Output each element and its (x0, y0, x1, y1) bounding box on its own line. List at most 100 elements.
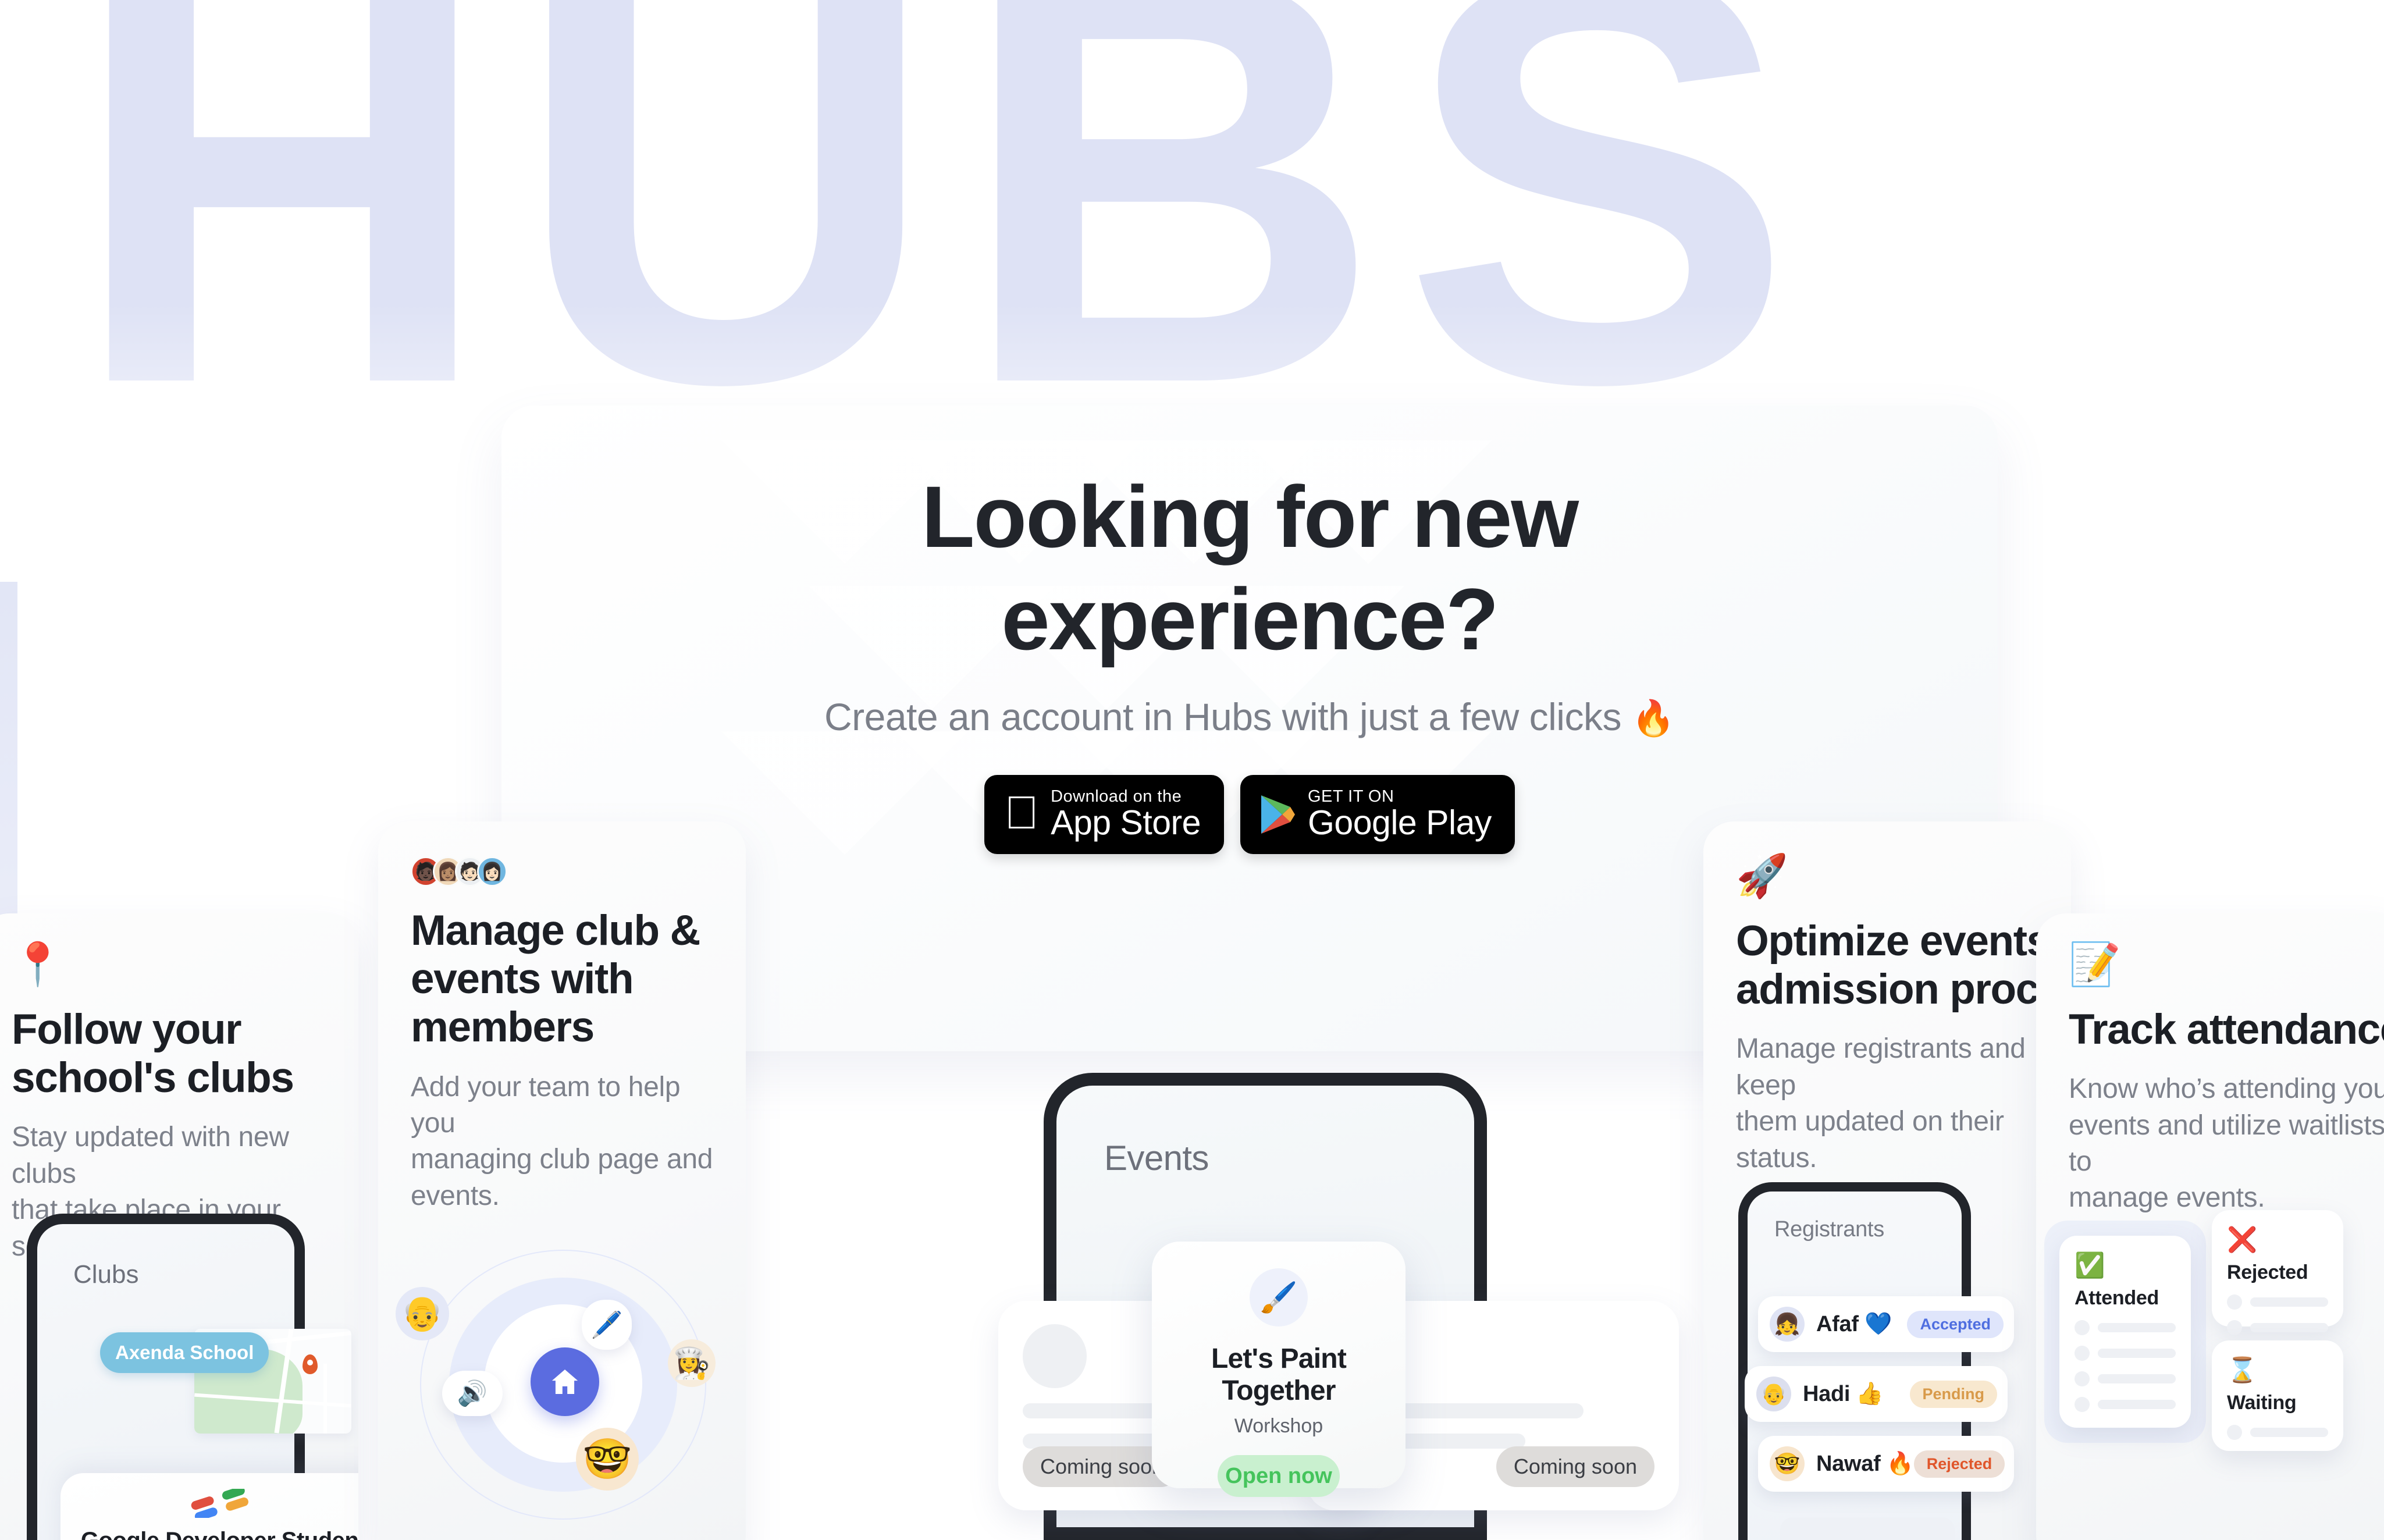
map-road (323, 1364, 327, 1434)
skeleton-bar (2250, 1428, 2328, 1437)
attendance-visual: ✅ Attended ❌ Rejected ⌛ Waiting (2044, 1210, 2384, 1536)
hero-title-line-1: Looking for new (921, 468, 1579, 566)
manage-card-text: 🧑🏿 👩🏽 🧑🏻 👩🏻 Manage club & events with me… (378, 821, 746, 1214)
skeleton-dot (2227, 1294, 2242, 1310)
attendance-card-rejected: ❌ Rejected (2212, 1210, 2343, 1335)
google-play-big-label: Google Play (1298, 803, 1492, 842)
app-store-big-label: App Store (1025, 803, 1201, 842)
skeleton-line (2075, 1371, 2176, 1386)
registrants-phone-mockup: Registrants 👧 Afaf 💙 Accepted 👴 Hadi 👍 P… (1738, 1182, 2014, 1540)
skeleton-dot (2075, 1320, 2090, 1335)
speaker-icon[interactable]: 🔊 (442, 1371, 503, 1416)
registrant-avatar: 🤓 (1770, 1446, 1805, 1481)
attendance-card-label: Rejected (2227, 1261, 2308, 1283)
registrant-avatar: 👴 (1756, 1377, 1791, 1411)
registrant-name: Hadi 👍 (1803, 1382, 1884, 1406)
featured-event-title: Let's Paint Together (1211, 1343, 1347, 1406)
optimize-card-text: 🚀 Optimize events’ admission process Man… (1703, 821, 2071, 1176)
skeleton-dot (2227, 1425, 2242, 1440)
home-icon[interactable] (531, 1347, 599, 1416)
store-badges-row:  Download on the App Store (501, 775, 1998, 855)
status-badge: Accepted (1907, 1310, 2004, 1338)
registrant-row[interactable]: 👧 Afaf 💙 Accepted (1758, 1296, 2014, 1352)
school-chip[interactable]: Axenda School (100, 1332, 269, 1373)
skeleton-line (2075, 1397, 2176, 1412)
skeleton-bar (2250, 1297, 2328, 1307)
orbit-member-avatar: 🤓 (576, 1428, 639, 1491)
app-store-small-label: Download on the (1025, 787, 1182, 806)
registrant-avatar: 👧 (1770, 1307, 1805, 1342)
location-pin-icon: 📍 (12, 941, 64, 988)
gdsc-logo-icon (61, 1489, 358, 1518)
check-mark-icon: ✅ (2075, 1251, 2105, 1279)
fire-icon: 🔥 (1631, 699, 1675, 738)
app-store-button[interactable]:  Download on the App Store (984, 775, 1224, 855)
clubs-screen-title: Clubs (73, 1260, 139, 1289)
track-card-description: Know who’s attending your events and uti… (2069, 1073, 2384, 1214)
google-play-small-label: GET IT ON (1298, 787, 1394, 806)
orbit-illustration: 🖊️ 🔊 👴 👩‍🍳 🤓 (384, 1236, 740, 1540)
avatar: 👩🏻 (477, 856, 507, 887)
orbit-member-avatar: 👴 (396, 1287, 449, 1340)
orbit-member-avatar: 👩‍🍳 (668, 1339, 716, 1387)
skeleton-circle (1023, 1324, 1087, 1388)
hero-title-line-2: experience? (1001, 570, 1499, 668)
featured-event-card[interactable]: 🖌️ Let's Paint Together Workshop Open no… (1152, 1242, 1406, 1497)
open-now-button[interactable]: Open now (1218, 1455, 1340, 1497)
hero-subtitle-text: Create an account in Hubs with just a fe… (824, 695, 1621, 738)
optimize-card-title: Optimize events’ admission process (1736, 917, 2071, 1013)
manage-card-description: Add your team to help you managing club … (411, 1071, 713, 1211)
skeleton-bar (2250, 1323, 2328, 1332)
pencil-icon[interactable]: 🖊️ (582, 1300, 632, 1350)
attendance-card-label: Waiting (2227, 1392, 2297, 1414)
page-stage: HUBS Looking for new experience? Create … (0, 0, 2384, 1540)
registrant-skeleton-row (1780, 1517, 1955, 1540)
skeleton-dot (2227, 1320, 2242, 1335)
map-pin-icon (303, 1354, 318, 1374)
registrant-name: Nawaf 🔥 (1816, 1452, 1914, 1476)
hero-subtitle: Create an account in Hubs with just a fe… (501, 695, 1998, 739)
skeleton-dot (2075, 1346, 2090, 1361)
skeleton-line (2075, 1346, 2176, 1361)
cross-mark-icon: ❌ (2227, 1226, 2258, 1253)
events-phone-mockup: Events Coming soon Coming soon 🖌️ Let's … (998, 1073, 1679, 1540)
registrants-screen-title: Registrants (1774, 1217, 1884, 1242)
feature-card-optimize-admission: 🚀 Optimize events’ admission process Man… (1703, 821, 2071, 1540)
skeleton-line (2227, 1294, 2328, 1310)
track-card-title: Track attendance (2069, 1006, 2384, 1053)
members-avatar-stack: 🧑🏿 👩🏽 🧑🏻 👩🏻 (411, 856, 713, 887)
skeleton-line (2227, 1320, 2328, 1335)
optimize-card-description: Manage registrants and keep them updated… (1736, 1033, 2026, 1173)
attendance-card-waiting: ⌛ Waiting (2212, 1340, 2343, 1451)
attendance-card-label: Attended (2075, 1287, 2159, 1309)
google-play-icon (1260, 794, 1296, 835)
track-card-text: 📝 Track attendance Know who’s attending … (2036, 913, 2384, 1217)
coming-soon-badge: Coming soon (1496, 1446, 1654, 1487)
skeleton-dot (2075, 1371, 2090, 1386)
google-play-labels: GET IT ON Google Play (1308, 788, 1492, 841)
skeleton-bar (2098, 1349, 2176, 1358)
manage-card-title: Manage club & events with members (411, 907, 700, 1051)
feature-card-follow-clubs: 📍 Follow your school's clubs Stay update… (0, 913, 358, 1540)
apple-icon:  (1004, 789, 1039, 836)
hero-title: Looking for new experience? (501, 466, 1998, 670)
attendance-card-attended: ✅ Attended (2059, 1236, 2191, 1428)
skeleton-bar (2098, 1400, 2176, 1409)
skeleton-bar (2098, 1374, 2176, 1383)
background-wordmark: HUBS (70, 0, 1814, 506)
club-detail-sheet: Google Developer Student Club Follow (61, 1473, 358, 1540)
skeleton-bar (2098, 1323, 2176, 1332)
status-badge: Pending (1909, 1380, 1997, 1408)
skeleton-dot (2075, 1397, 2090, 1412)
club-name: Google Developer Student Club (61, 1528, 358, 1540)
registrant-row[interactable]: 👴 Hadi 👍 Pending (1745, 1366, 2008, 1422)
events-screen-title: Events (1104, 1139, 1209, 1178)
status-badge: Rejected (1913, 1450, 2005, 1478)
rocket-icon: 🚀 (1736, 853, 1788, 899)
skeleton-line (2075, 1320, 2176, 1335)
registrant-row[interactable]: 🤓 Nawaf 🔥 Rejected (1758, 1436, 2014, 1492)
google-play-button[interactable]: GET IT ON Google Play (1240, 775, 1515, 855)
registrant-name: Afaf 💙 (1816, 1312, 1892, 1336)
skeleton-line (2227, 1425, 2328, 1440)
follow-card-text: 📍 Follow your school's clubs Stay update… (0, 913, 358, 1265)
